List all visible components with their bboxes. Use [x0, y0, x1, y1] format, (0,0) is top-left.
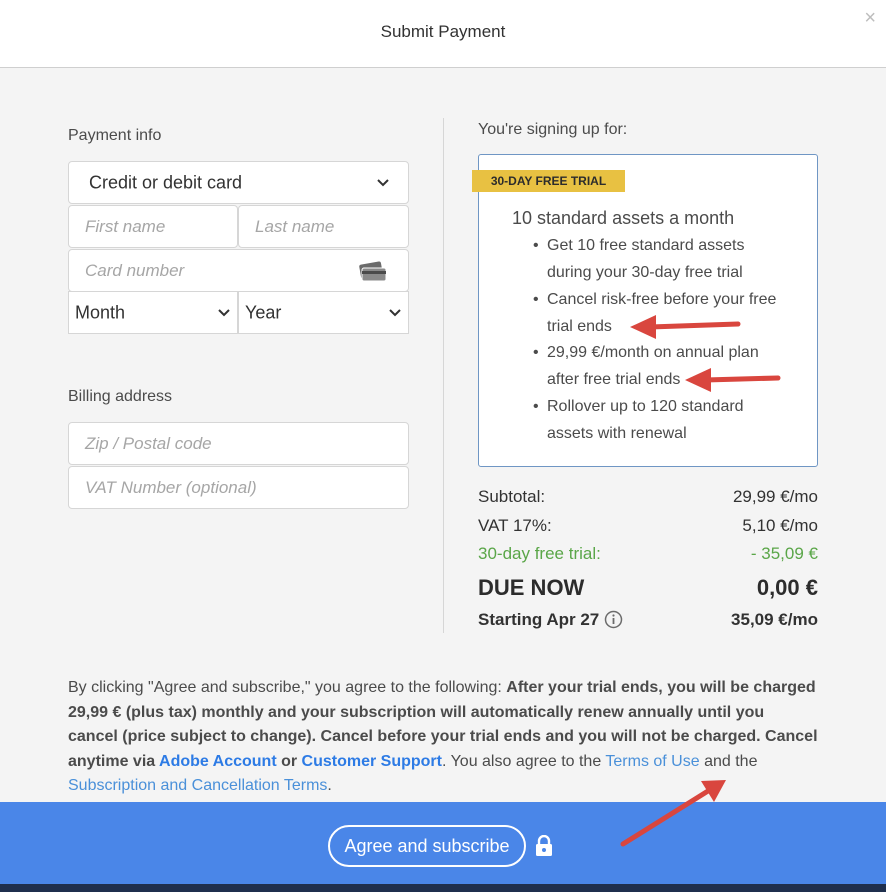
vat-value: 5,10 €/mo [742, 516, 818, 535]
payment-method-select[interactable]: Credit or debit card [68, 161, 409, 204]
payment-method-value: Credit or debit card [89, 172, 243, 192]
legal-intro: By clicking "Agree and subscribe," you a… [68, 679, 507, 696]
plan-title: 10 standard assets a month [512, 208, 735, 228]
vat-number-field[interactable]: VAT Number (optional) [68, 466, 409, 509]
legal-or: or [276, 752, 302, 770]
bullet-line: during your 30-day free trial [547, 264, 743, 281]
vat-label: VAT 17%: [478, 516, 552, 535]
adobe-account-link[interactable]: Adobe Account [159, 753, 277, 770]
terms-of-use-link[interactable]: Terms of Use [605, 753, 699, 770]
bullet-line: after free trial ends [547, 371, 681, 388]
info-icon[interactable] [604, 610, 623, 629]
year-value: Year [245, 302, 282, 322]
starting-value: 35,09 €/mo [731, 610, 818, 629]
last-name-placeholder: Last name [255, 216, 335, 236]
bullet-line: 29,99 €/month on annual plan [547, 344, 759, 361]
billing-address-label: Billing address [68, 388, 173, 405]
card-number-field[interactable]: Card number [68, 249, 409, 292]
subscription-terms-link[interactable]: Subscription and Cancellation Terms [68, 777, 327, 794]
dialog-header: Submit Payment × [0, 0, 886, 68]
year-select[interactable]: Year [238, 291, 409, 334]
payment-info-label: Payment info [68, 127, 162, 144]
bullet-line: Rollover up to 120 standard [547, 398, 744, 415]
agree-and-subscribe-button[interactable]: Agree and subscribe [328, 825, 526, 867]
legal-text: By clicking "Agree and subscribe," you a… [68, 676, 818, 799]
trial-value: - 35,09 € [750, 544, 818, 563]
zip-placeholder: Zip / Postal code [85, 433, 212, 453]
starting-label: Starting Apr 27 [478, 610, 600, 629]
vat-placeholder: VAT Number (optional) [85, 477, 257, 497]
subtotal-value: 29,99 €/mo [732, 487, 818, 506]
legal-and: and the [699, 752, 758, 770]
trial-label: 30-day free trial: [478, 544, 601, 563]
subtotal-label: Subtotal: [478, 487, 546, 506]
bullet-line: Cancel risk-free before your free [547, 291, 777, 308]
first-name-field[interactable]: First name [68, 205, 238, 248]
free-trial-badge: 30-DAY FREE TRIAL [472, 170, 625, 192]
last-name-field[interactable]: Last name [238, 205, 409, 248]
month-value: Month [75, 302, 126, 322]
chevron-down-icon [389, 308, 401, 316]
customer-support-link[interactable]: Customer Support [302, 753, 442, 770]
zip-field[interactable]: Zip / Postal code [68, 422, 409, 465]
bullet-line: assets with renewal [547, 425, 687, 442]
bullet-line: trial ends [547, 318, 612, 335]
chevron-down-icon [218, 308, 230, 316]
due-now-label: DUE NOW [478, 575, 585, 600]
bullet-line: Get 10 free standard assets [547, 237, 745, 254]
footer-edge [0, 884, 886, 892]
credit-card-icon [359, 261, 387, 282]
month-select[interactable]: Month [68, 291, 238, 334]
chevron-down-icon [377, 178, 389, 186]
legal-end: . [327, 777, 332, 794]
legal-agree: . You also agree to the [441, 752, 606, 770]
card-number-placeholder: Card number [85, 260, 185, 280]
close-icon[interactable]: × [864, 8, 876, 28]
due-now-value: 0,00 € [756, 575, 818, 600]
dialog-title: Submit Payment [380, 22, 506, 41]
signing-up-label: You're signing up for: [478, 121, 628, 138]
first-name-placeholder: First name [85, 216, 166, 236]
column-divider [443, 118, 444, 633]
lock-icon [536, 835, 552, 856]
